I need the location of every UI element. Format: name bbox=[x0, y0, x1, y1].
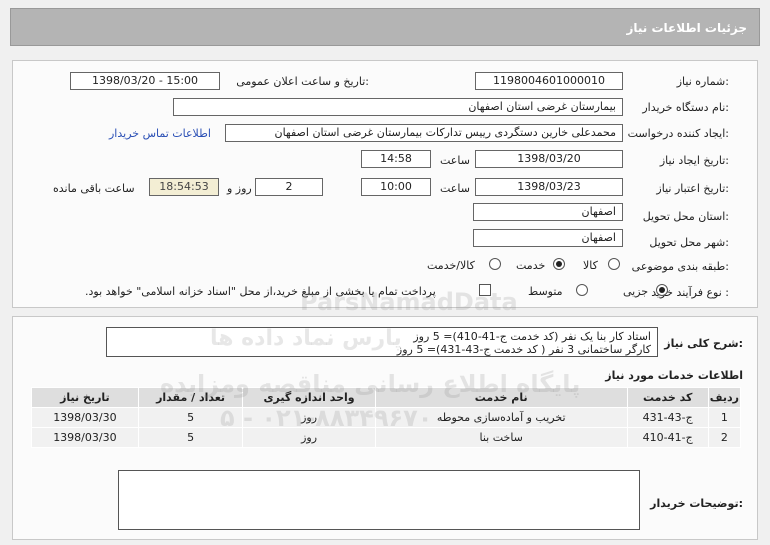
validity-date-field: 1398/03/23 bbox=[475, 178, 623, 196]
purchase-partial-radio[interactable] bbox=[656, 284, 668, 296]
city-label: شهر محل تحویل: bbox=[649, 236, 729, 249]
create-time-field: 14:58 bbox=[361, 150, 431, 168]
creator-field: محمدعلی خارین دستگردی رییس تدارکات بیمار… bbox=[225, 124, 623, 142]
remaining-label: ساعت باقی مانده bbox=[53, 182, 135, 195]
watermark-line-1: پارس نماد داده ها bbox=[210, 326, 402, 351]
category-goods-service-label: کالا/خدمت bbox=[427, 259, 475, 272]
days-label: روز و bbox=[227, 182, 252, 195]
col-row-number: ردیف bbox=[707, 387, 742, 408]
creator-label: ایجاد کننده درخواست: bbox=[627, 127, 729, 140]
create-time-label: ساعت bbox=[440, 154, 470, 167]
category-goods-label: کالا bbox=[583, 259, 598, 272]
category-service-radio[interactable] bbox=[553, 258, 565, 270]
watermark-line-3: ۰۲۱-۸۸۳۴۹۶۷۰ - ۵ bbox=[220, 404, 433, 432]
validity-time-field: 10:00 bbox=[361, 178, 431, 196]
buyer-notes-box bbox=[118, 470, 640, 530]
cell-service-code: ج-41-410 bbox=[626, 427, 709, 448]
page-header: جزئیات اطلاعات نیاز bbox=[10, 8, 760, 46]
province-label: استان محل تحویل: bbox=[642, 210, 729, 223]
days-field: 2 bbox=[255, 178, 323, 196]
purchase-medium-radio[interactable] bbox=[576, 284, 588, 296]
category-goods-service-radio[interactable] bbox=[489, 258, 501, 270]
page-title: جزئیات اطلاعات نیاز bbox=[626, 21, 747, 35]
validity-label: تاریخ اعتبار نیاز: bbox=[656, 182, 729, 195]
announce-label: تاریخ و ساعت اعلان عمومی: bbox=[236, 75, 369, 88]
cell-row-number: 1 bbox=[707, 407, 742, 428]
buyer-org-field: بیمارستان غرضی استان اصفهان bbox=[173, 98, 623, 116]
create-date-label: تاریخ ایجاد نیاز: bbox=[659, 154, 729, 167]
col-need-date: تاریخ نیاز bbox=[31, 387, 139, 408]
category-label: طبقه بندی موضوعی: bbox=[631, 260, 729, 273]
province-field: اصفهان bbox=[473, 203, 623, 221]
buyer-org-label: نام دستگاه خریدار: bbox=[642, 101, 729, 114]
buyer-notes-label: توضیحات خریدار: bbox=[650, 497, 743, 510]
watermark-brand: ParsNamadData bbox=[300, 288, 518, 316]
watermark-line-2: پایگاه اطلاع رسانی مناقصه ومزایده bbox=[160, 370, 581, 398]
buyer-contact-link[interactable]: اطلاعات تماس خریدار bbox=[109, 127, 211, 140]
create-date-field: 1398/03/20 bbox=[475, 150, 623, 168]
purchase-partial-label: جزیی bbox=[623, 285, 649, 298]
need-info-panel: شماره نیاز: 1198004601000010 تاریخ و ساع… bbox=[12, 60, 758, 308]
purchase-medium-label: متوسط bbox=[528, 285, 563, 298]
cell-service-code: ج-43-431 bbox=[626, 407, 709, 428]
city-field: اصفهان bbox=[473, 229, 623, 247]
announce-field: 1398/03/20 - 15:00 bbox=[70, 72, 220, 90]
cell-need-date: 1398/03/30 bbox=[31, 427, 139, 448]
category-goods-radio[interactable] bbox=[608, 258, 620, 270]
cell-need-date: 1398/03/30 bbox=[31, 407, 139, 428]
remaining-time-field: 18:54:53 bbox=[149, 178, 219, 196]
cell-row-number: 2 bbox=[707, 427, 742, 448]
need-number-field: 1198004601000010 bbox=[475, 72, 623, 90]
services-title: اطلاعات خدمات مورد نیاز bbox=[605, 369, 743, 382]
need-number-label: شماره نیاز: bbox=[676, 75, 729, 88]
category-service-label: خدمت bbox=[516, 259, 546, 272]
col-service-code: کد خدمت bbox=[626, 387, 709, 408]
validity-time-label: ساعت bbox=[440, 182, 470, 195]
summary-label: شرح کلی نیاز: bbox=[664, 337, 743, 350]
